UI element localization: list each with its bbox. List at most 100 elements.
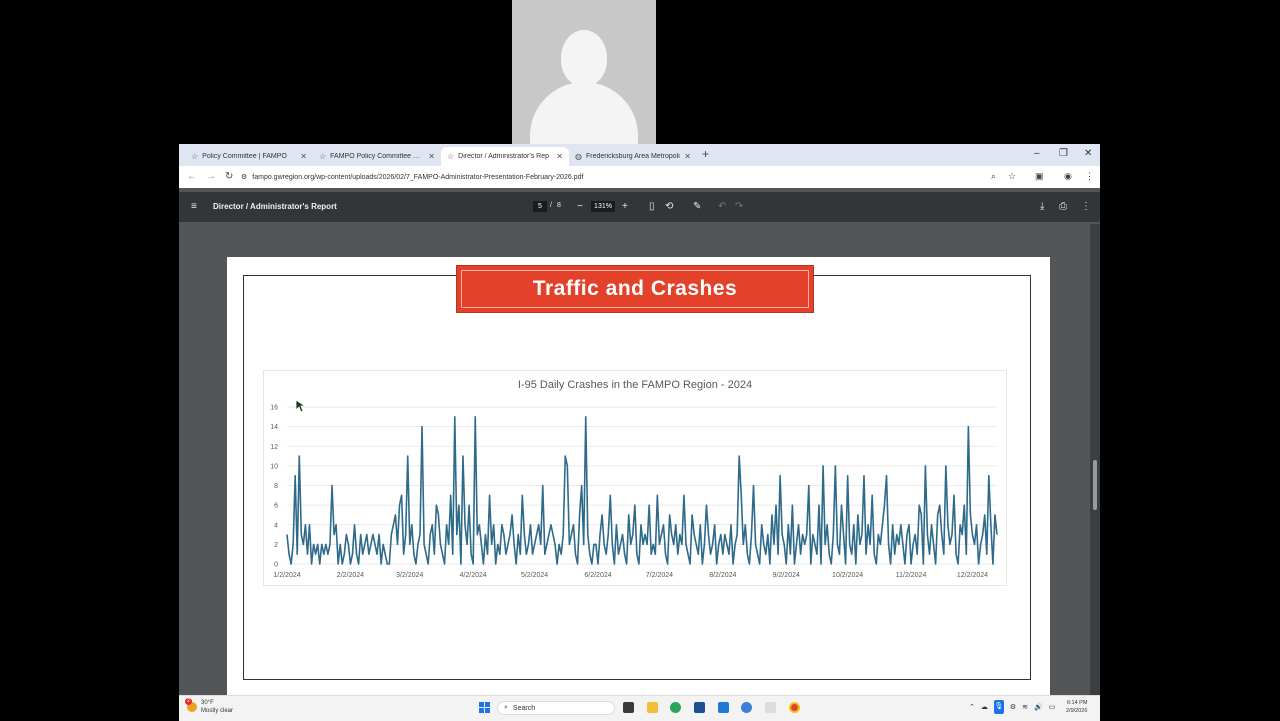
data-point xyxy=(593,544,595,545)
avatar-silhouette-body xyxy=(530,82,638,144)
chrome-icon[interactable] xyxy=(789,702,800,713)
pdf-scrollbar[interactable] xyxy=(1090,224,1100,695)
data-point xyxy=(912,544,914,545)
data-point xyxy=(648,504,650,506)
weather-widget[interactable]: 2 30°F Mostly clear xyxy=(185,698,233,715)
data-point xyxy=(839,553,840,555)
data-point xyxy=(968,426,969,427)
onedrive-icon[interactable]: ☁ xyxy=(981,703,988,711)
side-panel-icon[interactable]: ▣ xyxy=(1035,171,1044,182)
x-tick-label: 8/2/2024 xyxy=(709,572,736,579)
data-point xyxy=(311,563,312,565)
edge-browser-icon[interactable] xyxy=(670,702,681,713)
rotate-icon[interactable]: ⟲ xyxy=(665,201,673,212)
address-bar[interactable]: ⚙ fampo.gwregion.org/wp-content/uploads/… xyxy=(241,169,1031,185)
back-icon[interactable]: ← xyxy=(187,171,197,182)
avatar-silhouette-head xyxy=(561,30,607,86)
data-point xyxy=(820,563,822,565)
app-icon-2[interactable] xyxy=(765,702,776,713)
data-point xyxy=(980,544,981,545)
weather-sun-icon: 2 xyxy=(185,698,197,712)
x-tick-label: 1/2/2024 xyxy=(273,572,300,579)
data-point xyxy=(386,563,388,565)
zoom-in-icon[interactable]: + xyxy=(622,201,628,212)
microphone-icon[interactable]: 🎙 xyxy=(993,700,1004,714)
data-point xyxy=(865,553,867,555)
app-icon[interactable] xyxy=(694,702,705,713)
more-options-icon[interactable]: ⋮ xyxy=(1081,201,1091,212)
undo-icon[interactable]: ↶ xyxy=(718,201,726,212)
data-point xyxy=(346,534,347,535)
data-point xyxy=(569,544,570,545)
reload-icon[interactable]: ↻ xyxy=(225,171,233,182)
zoom-icon[interactable]: ⌕ xyxy=(991,171,996,182)
data-point xyxy=(728,553,730,555)
minimize-icon[interactable]: – xyxy=(1034,148,1040,159)
tab-fredericksburg-area[interactable]: ◍ Fredericksburg Area Metropoli ✕ xyxy=(569,147,697,166)
data-point xyxy=(695,544,697,545)
data-point xyxy=(607,534,609,535)
data-point xyxy=(632,534,634,535)
hamburger-menu-icon[interactable]: ≡ xyxy=(191,201,197,212)
zoom-out-icon[interactable]: − xyxy=(577,201,583,212)
task-view-icon[interactable] xyxy=(623,702,634,713)
wifi-icon[interactable]: ≋ xyxy=(1022,703,1028,711)
taskbar-clock[interactable]: 6:14 PM 2/9/2026 xyxy=(1066,699,1087,715)
fit-page-icon[interactable]: ▯ xyxy=(649,201,655,212)
pdf-page: Traffic and Crashes I-95 Daily Crashes i… xyxy=(227,257,1050,695)
data-point xyxy=(773,544,775,545)
page-number-input[interactable]: 5 xyxy=(533,201,547,212)
data-point xyxy=(497,544,499,545)
forward-icon[interactable]: → xyxy=(206,171,216,182)
data-point xyxy=(526,553,527,555)
data-point xyxy=(431,524,433,526)
maximize-icon[interactable]: ❐ xyxy=(1059,148,1068,159)
close-window-icon[interactable]: ✕ xyxy=(1084,148,1092,159)
y-tick-label: 16 xyxy=(270,405,278,412)
data-point xyxy=(961,534,963,535)
close-tab-icon[interactable]: ✕ xyxy=(684,152,691,161)
data-point xyxy=(810,563,812,565)
profile-icon[interactable]: ◉ xyxy=(1064,171,1072,182)
file-explorer-icon[interactable] xyxy=(647,702,658,713)
print-icon[interactable]: ⎙ xyxy=(1059,201,1067,212)
data-point xyxy=(505,553,507,555)
data-point xyxy=(896,534,898,535)
annotate-pen-icon[interactable]: ✎ xyxy=(693,201,701,212)
redo-icon[interactable]: ↷ xyxy=(735,201,743,212)
taskbar-search-box[interactable]: ⌕ Search xyxy=(497,701,615,715)
store-icon[interactable] xyxy=(718,702,729,713)
bookmark-star-icon[interactable]: ☆ xyxy=(1008,171,1016,182)
data-point xyxy=(753,485,754,486)
tray-expand-icon[interactable]: ⌃ xyxy=(969,703,975,711)
pdf-scroll-thumb[interactable] xyxy=(1093,460,1097,510)
data-point xyxy=(945,465,947,467)
data-point xyxy=(503,534,505,535)
data-point xyxy=(927,534,928,535)
close-tab-icon[interactable]: ✕ xyxy=(428,152,435,161)
outlook-icon[interactable] xyxy=(741,702,752,713)
data-point xyxy=(931,524,932,526)
data-point xyxy=(929,553,930,555)
data-point xyxy=(601,514,603,516)
close-tab-icon[interactable]: ✕ xyxy=(556,152,563,161)
tab-director-report[interactable]: ☆ Director / Administrator's Rep ✕ xyxy=(441,147,569,166)
zoom-level-input[interactable]: 131% xyxy=(591,201,615,212)
tab-policy-committee[interactable]: ☆ Policy Committee | FAMPO ✕ xyxy=(185,147,313,166)
new-tab-button[interactable]: + xyxy=(702,147,709,161)
data-point xyxy=(628,514,629,516)
battery-icon[interactable]: ▭ xyxy=(1049,703,1056,711)
data-point xyxy=(847,475,848,476)
site-info-icon[interactable]: ⚙ xyxy=(241,173,247,181)
windows-start-icon[interactable] xyxy=(479,702,490,713)
volume-icon[interactable]: 🔊 xyxy=(1034,703,1043,711)
data-point xyxy=(853,524,855,526)
close-tab-icon[interactable]: ✕ xyxy=(300,152,307,161)
menu-kebab-icon[interactable]: ⋮ xyxy=(1085,171,1094,182)
data-point xyxy=(769,563,771,565)
settings-icon[interactable]: ⚙ xyxy=(1010,703,1016,711)
data-point xyxy=(493,524,494,526)
tab-policy-committee-agenda[interactable]: ☆ FAMPO Policy Committee Age ✕ xyxy=(313,147,441,166)
data-point xyxy=(362,553,364,555)
download-icon[interactable]: ⤓ xyxy=(1040,201,1044,212)
